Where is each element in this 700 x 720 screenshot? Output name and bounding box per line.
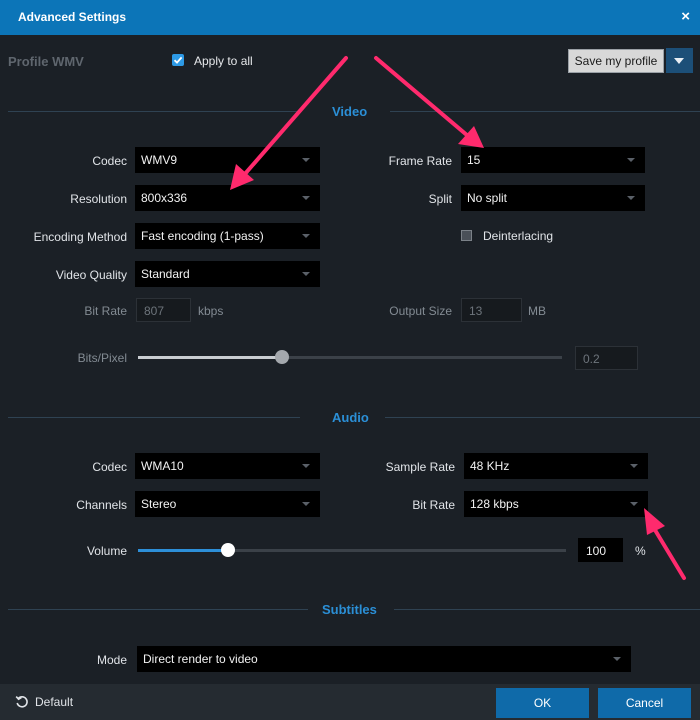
chevron-down-icon: [630, 502, 638, 506]
default-label: Default: [35, 695, 74, 709]
sample-rate-label: Sample Rate: [385, 460, 455, 474]
channels-dropdown[interactable]: Stereo: [135, 491, 320, 517]
video-bit-rate-unit: kbps: [198, 304, 224, 318]
chevron-down-icon: [627, 196, 635, 200]
encoding-method-label: Encoding Method: [33, 230, 127, 244]
checkmark-icon: [173, 56, 183, 64]
audio-bit-rate-dropdown[interactable]: 128 kbps: [464, 491, 648, 517]
section-title-video: Video: [332, 104, 368, 119]
split-label: Split: [428, 192, 452, 206]
channels-value: Stereo: [141, 497, 177, 511]
channels-label: Channels: [76, 498, 127, 512]
chevron-down-icon: [302, 272, 310, 276]
video-quality-label: Video Quality: [55, 268, 127, 282]
chevron-down-icon: [302, 502, 310, 506]
deinterlacing-label: Deinterlacing: [483, 229, 554, 243]
window-title: Advanced Settings: [18, 10, 127, 24]
section-divider: [385, 417, 700, 418]
apply-to-all-label: Apply to all: [194, 54, 253, 68]
annotation-arrowhead: [458, 126, 484, 148]
title-bar: Advanced Settings ×: [0, 0, 700, 35]
save-profile-dropdown-button[interactable]: [666, 48, 693, 73]
codec-label: Codec: [92, 154, 127, 168]
video-codec-value: WMV9: [141, 153, 177, 167]
section-divider: [8, 609, 308, 610]
split-value: No split: [467, 191, 508, 205]
resolution-value: 800x336: [141, 191, 188, 205]
section-title-audio: Audio: [332, 410, 369, 425]
subtitle-mode-value: Direct render to video: [143, 652, 258, 666]
bits-pixel-slider[interactable]: [138, 350, 562, 364]
profile-label: Profile WMV: [8, 54, 84, 69]
chevron-down-icon: [302, 234, 310, 238]
sample-rate-dropdown[interactable]: 48 KHz: [464, 453, 648, 479]
volume-label: Volume: [86, 544, 127, 558]
bits-pixel-value: 0.2: [583, 352, 600, 366]
audio-codec-label: Codec: [92, 460, 127, 474]
volume-slider-fill: [138, 549, 228, 552]
bits-pixel-label: Bits/Pixel: [77, 351, 127, 365]
video-codec-dropdown[interactable]: WMV9: [135, 147, 320, 173]
encoding-method-value: Fast encoding (1-pass): [141, 229, 264, 243]
chevron-down-icon: [627, 158, 635, 162]
bits-pixel-input[interactable]: 0.2: [575, 346, 638, 370]
split-dropdown[interactable]: No split: [461, 185, 645, 211]
frame-rate-value: 15: [467, 153, 481, 167]
output-size-value: 13: [469, 304, 483, 318]
footer-bar: [0, 684, 700, 720]
video-bit-rate-value: 807: [144, 304, 165, 318]
volume-slider-thumb[interactable]: [221, 543, 235, 557]
annotation-arrow: [374, 56, 470, 138]
output-size-label: Output Size: [389, 304, 452, 318]
close-icon[interactable]: ×: [681, 8, 690, 26]
caret-down-icon: [674, 58, 684, 64]
section-title-subtitles: Subtitles: [322, 602, 377, 617]
volume-input[interactable]: 100: [578, 538, 623, 562]
frame-rate-dropdown[interactable]: 15: [461, 147, 645, 173]
reset-icon: [15, 696, 28, 708]
audio-codec-value: WMA10: [141, 459, 184, 473]
apply-to-all-checkbox[interactable]: [172, 54, 184, 66]
annotation-arrow: [650, 523, 686, 580]
bits-pixel-slider-fill: [138, 356, 282, 359]
ok-button[interactable]: OK: [496, 688, 589, 718]
video-bit-rate-label: Bit Rate: [84, 304, 127, 318]
encoding-method-dropdown[interactable]: Fast encoding (1-pass): [135, 223, 320, 249]
chevron-down-icon: [613, 657, 621, 661]
chevron-down-icon: [302, 158, 310, 162]
subtitle-mode-dropdown[interactable]: Direct render to video: [137, 646, 631, 672]
audio-bit-rate-value: 128 kbps: [470, 497, 519, 511]
video-quality-value: Standard: [141, 267, 190, 281]
volume-slider[interactable]: [138, 543, 566, 557]
chevron-down-icon: [302, 464, 310, 468]
section-divider: [394, 609, 700, 610]
output-size-unit: MB: [528, 304, 546, 318]
video-quality-dropdown[interactable]: Standard: [135, 261, 320, 287]
video-bit-rate-input[interactable]: 807: [136, 298, 191, 322]
save-my-profile-button[interactable]: Save my profile: [568, 49, 664, 73]
chevron-down-icon: [630, 464, 638, 468]
audio-bit-rate-label: Bit Rate: [412, 498, 455, 512]
cancel-button[interactable]: Cancel: [598, 688, 691, 718]
output-size-input[interactable]: 13: [461, 298, 522, 322]
volume-value: 100: [586, 544, 607, 558]
subtitle-mode-label: Mode: [96, 653, 127, 667]
frame-rate-label: Frame Rate: [388, 154, 452, 168]
audio-codec-dropdown[interactable]: WMA10: [135, 453, 320, 479]
section-divider: [390, 111, 700, 112]
section-divider: [8, 111, 300, 112]
section-divider: [8, 417, 300, 418]
bits-pixel-slider-thumb[interactable]: [275, 350, 289, 364]
resolution-label: Resolution: [70, 192, 127, 206]
deinterlacing-checkbox[interactable]: [461, 230, 472, 241]
chevron-down-icon: [302, 196, 310, 200]
volume-unit: %: [635, 544, 646, 558]
sample-rate-value: 48 KHz: [470, 459, 510, 473]
resolution-dropdown[interactable]: 800x336: [135, 185, 320, 211]
